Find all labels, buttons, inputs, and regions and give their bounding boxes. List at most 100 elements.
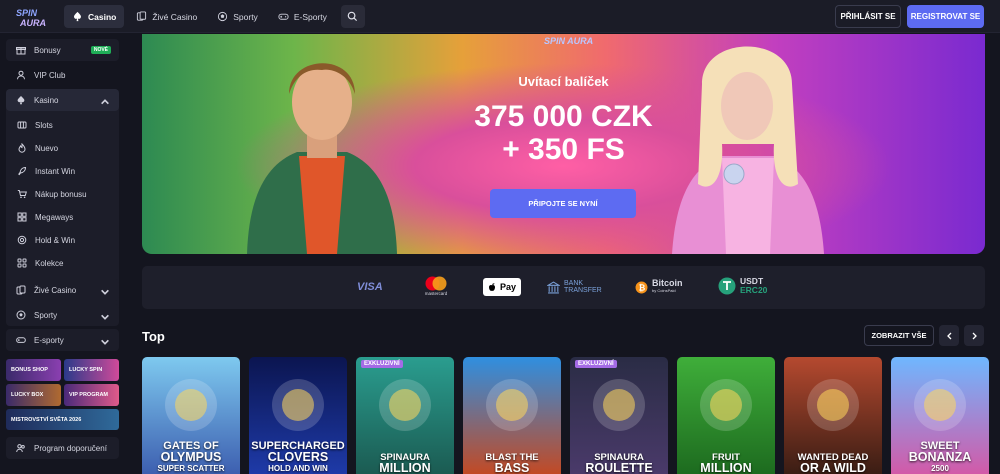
promo-lucky-spin[interactable]: LUCKY SPIN (64, 359, 119, 381)
promo-vip-program[interactable]: VIP PROGRAM (64, 384, 119, 406)
chevron-left-icon (946, 332, 951, 339)
sidebar-item-kolekce[interactable]: Kolekce (6, 252, 119, 274)
sidebar-item-kasino[interactable]: Kasino (6, 89, 119, 111)
sidebar-item-esports[interactable]: E-sporty (6, 329, 119, 351)
sidebar-item-hold-win[interactable]: Hold & Win (6, 229, 119, 251)
game-tile[interactable]: EXKLUZIVNÍ SPINAURA ROULETTE (570, 357, 668, 474)
game-title-line-2: OLYMPUS (160, 450, 222, 464)
game-title-line-2: OR A WILD (800, 461, 866, 474)
grid-icon (17, 212, 27, 222)
section-title-top: Top (142, 329, 165, 344)
game-title-line-2: CLOVERS (267, 450, 329, 464)
gamepad-icon (278, 13, 289, 20)
game-tile[interactable]: SUPERCHARGED CLOVERS HOLD AND WIN (249, 357, 347, 474)
game-title-line-2: MILLION (700, 461, 752, 474)
slot-icon (17, 121, 27, 129)
logo[interactable]: SPIN AURA (14, 6, 52, 28)
game-art (593, 379, 645, 431)
coin-icon (17, 235, 27, 245)
sidebar-item-label: Program doporučení (34, 443, 107, 453)
sidebar-item-nuevo[interactable]: Nuevo (6, 137, 119, 159)
sidebar-item-referral[interactable]: Program doporučení (6, 437, 119, 459)
game-tile[interactable]: FRUIT MILLION (677, 357, 775, 474)
chevron-down-icon (101, 339, 109, 345)
game-tile[interactable]: WANTED DEAD OR A WILD (784, 357, 882, 474)
sidebar-item-bonusy[interactable]: Bonusy NOVÉ (6, 39, 119, 61)
chevron-down-icon (101, 289, 109, 295)
sidebar-item-bonus-buy[interactable]: Nákup bonusu (6, 183, 119, 205)
sidebar-item-slots[interactable]: Slots (6, 114, 119, 136)
new-badge: NOVÉ (90, 46, 111, 54)
sidebar-item-instant-win[interactable]: Instant Win (6, 160, 119, 182)
cards-icon (16, 285, 26, 295)
bitcoin-logo: ₿ Bitcoin by CoinsPaid (635, 277, 683, 297)
gift-icon (16, 47, 26, 55)
carousel-prev-button[interactable] (939, 325, 959, 346)
login-button[interactable]: PŘIHLÁSIT SE (835, 5, 901, 28)
user-icon (17, 70, 25, 80)
sidebar-item-label: Kasino (34, 95, 59, 105)
nav-casino[interactable]: Casino (64, 5, 125, 28)
gamepad-icon (16, 337, 26, 343)
nav-esports[interactable]: E-Sporty (270, 5, 335, 28)
nav-casino-label: Casino (88, 11, 117, 22)
bitcoin-sub: by CoinsPaid (652, 288, 676, 293)
show-all-button[interactable]: ZOBRAZIT VŠE (864, 325, 934, 346)
promo-bonus-shop[interactable]: BONUS SHOP (6, 359, 61, 381)
promo-label: LUCKY BOX (11, 392, 44, 398)
sidebar-item-label: Kolekce (35, 258, 64, 268)
apple-icon (489, 283, 495, 291)
rocket-icon (18, 166, 27, 176)
sidebar-item-label: Nákup bonusu (35, 189, 87, 199)
game-tile[interactable]: SWEET BONANZA 2500 (891, 357, 989, 474)
promo-world-cup[interactable]: MISTROVSTVÍ SVĚTA 2026 (6, 409, 119, 430)
carousel-next-button[interactable] (964, 325, 984, 346)
nav-sports[interactable]: Sporty (209, 5, 266, 28)
nav-live-casino-label: Živé Casino (152, 11, 198, 22)
sidebar-item-label: VIP Club (34, 70, 66, 80)
bank-transfer-logo: BANK TRANSFER (547, 277, 602, 297)
cards-icon (137, 11, 147, 21)
game-tile[interactable]: BLAST THE BASS (463, 357, 561, 474)
hero-banner[interactable]: SPIN AURA Uvítací balíček 375 000 CZK + … (142, 34, 985, 254)
spade-icon (17, 96, 25, 105)
search-icon (348, 11, 358, 22)
sidebar-item-label: Slots (35, 120, 53, 130)
search-button[interactable] (340, 5, 365, 28)
game-tile[interactable]: GATES OF OLYMPUS SUPER SCATTER (142, 357, 240, 474)
main-nav: Casino Živé Casino Sporty E-Sporty (64, 5, 365, 28)
promo-label: MISTROVSTVÍ SVĚTA 2026 (11, 416, 82, 423)
apple-pay-logo: Pay (483, 278, 522, 296)
sidebar-item-label: Nuevo (35, 143, 59, 153)
register-button[interactable]: REGISTROVAT SE (907, 5, 984, 28)
join-now-button[interactable]: PŘIPOJTE SE NYNÍ (490, 189, 636, 218)
sidebar-item-label: Sporty (34, 310, 58, 320)
game-tile[interactable]: EXKLUZIVNÍ SPINAURA MILLION (356, 357, 454, 474)
apple-pay-text: Pay (500, 282, 517, 292)
game-title-line-2: BONANZA (908, 450, 972, 464)
game-art (700, 379, 752, 431)
sidebar-item-label: E-sporty (34, 335, 64, 345)
game-title-line-3: HOLD AND WIN (268, 464, 328, 473)
bank-icon (547, 280, 560, 293)
bank-text-1: BANK (564, 279, 584, 287)
bank-text-2: TRANSFER (564, 287, 602, 294)
mastercard-icon (425, 276, 447, 291)
svg-text:SPIN: SPIN (16, 8, 38, 18)
hero-amount-line1: 375 000 CZK (474, 100, 653, 133)
promo-lucky-box[interactable]: LUCKY BOX (6, 384, 61, 406)
game-title: BLAST THE BASS (463, 452, 561, 474)
ball-icon (218, 11, 228, 22)
game-title: GATES OF OLYMPUS SUPER SCATTER (142, 441, 240, 474)
sidebar-item-megaways[interactable]: Megaways (6, 206, 119, 228)
sidebar-item-label: Bonusy (34, 45, 61, 55)
chevron-up-icon (101, 99, 109, 105)
nav-live-casino[interactable]: Živé Casino (128, 5, 205, 28)
sidebar-item-sports[interactable]: Sporty (6, 304, 119, 326)
sidebar-item-live-casino[interactable]: Živé Casino (6, 279, 119, 301)
hero-logo: SPIN AURA (544, 36, 594, 46)
bitcoin-icon: ₿ (635, 281, 648, 293)
usdt-logo: USDT ERC20 (718, 276, 767, 296)
sidebar-item-vip[interactable]: VIP Club (6, 64, 119, 86)
payment-methods: VISA mastercard Pay BANK TRANSFER ₿ Bitc… (142, 266, 985, 309)
